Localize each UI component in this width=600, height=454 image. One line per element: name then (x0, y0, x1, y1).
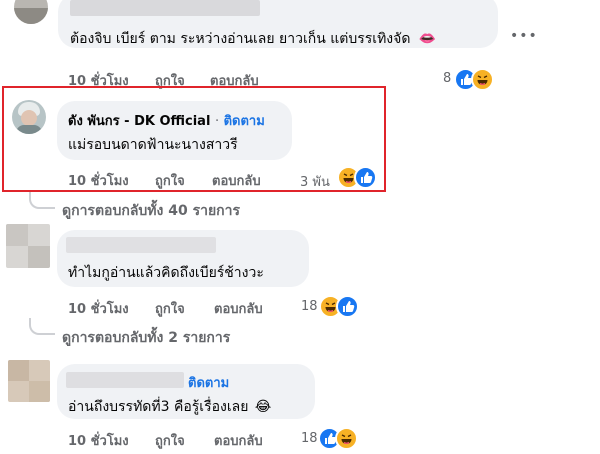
view-replies-link[interactable]: ดูการตอบกลับทั้ง 40 รายการ (62, 200, 240, 222)
reply-button[interactable]: ตอบกลับ (212, 170, 261, 191)
view-replies-link[interactable]: ดูการตอบกลับทั้ง 2 รายการ (62, 327, 230, 349)
author-name-blurred (70, 0, 260, 16)
haha-reaction-icon[interactable] (471, 68, 494, 91)
author-name-blurred (66, 237, 216, 253)
comment-text: ต้องจิบ เบียร์ ตาม ระหว่างอ่านเลย ยาวเก็… (70, 31, 437, 47)
reply-button[interactable]: ตอบกลับ (214, 430, 263, 451)
like-button[interactable]: ถูกใจ (155, 170, 185, 191)
avatar[interactable] (14, 0, 48, 24)
avatar[interactable] (8, 360, 50, 402)
avatar[interactable] (12, 100, 46, 134)
thread-connector (29, 318, 55, 335)
lips-emoji-icon: 👄 (418, 31, 437, 47)
comment-text: ทำไมกูอ่านแล้วคิดถึงเบียร์ช้างวะ (68, 265, 264, 281)
reaction-count: 18 (301, 431, 318, 446)
comment-author[interactable]: ดัง พันกร - DK Official · ติดตาม (68, 110, 265, 131)
reaction-count: 3 พัน (300, 175, 330, 190)
like-button[interactable]: ถูกใจ (155, 298, 185, 319)
avatar[interactable] (6, 224, 50, 268)
reaction-count: 8 (443, 71, 452, 86)
like-button[interactable]: ถูกใจ (155, 430, 185, 451)
comment-timestamp[interactable]: 10 ชั่วโมง (68, 430, 129, 451)
reaction-count: 18 (301, 299, 318, 314)
like-reaction-icon[interactable] (336, 295, 359, 318)
author-name-blurred (66, 372, 184, 388)
like-reaction-icon[interactable] (354, 166, 377, 189)
follow-button[interactable]: ติดตาม (224, 114, 265, 129)
separator-dot: · (214, 114, 220, 129)
laughing-tears-emoji-icon: 😂 (254, 399, 272, 415)
reply-button[interactable]: ตอบกลับ (214, 298, 263, 319)
comment-timestamp[interactable]: 10 ชั่วโมง (68, 170, 129, 191)
comment-timestamp[interactable]: 10 ชั่วโมง (68, 298, 129, 319)
haha-reaction-icon[interactable] (335, 427, 358, 450)
comment-text: อ่านถึงบรรทัดที่3 คือรู้เรื่องเลย 😂 (68, 399, 272, 415)
follow-button[interactable]: ติดตาม (188, 372, 229, 393)
thread-connector (29, 192, 55, 209)
more-options-icon[interactable]: ••• (510, 28, 538, 44)
comment-text: แม่รอบนดาดฟ้านะนางสาวรี (68, 137, 238, 153)
